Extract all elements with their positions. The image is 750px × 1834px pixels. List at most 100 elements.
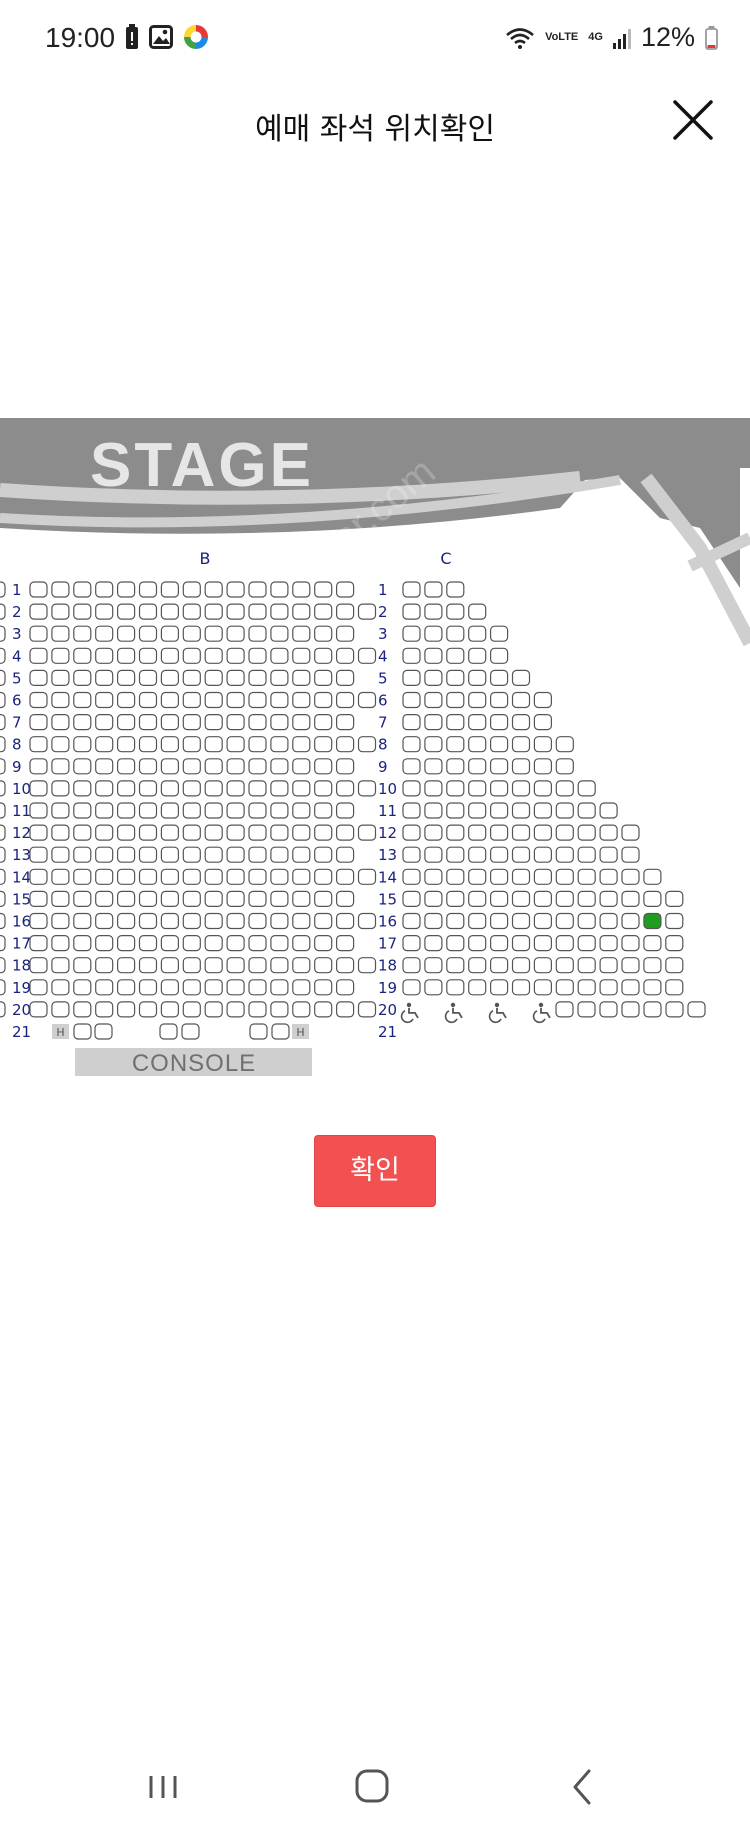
seat — [116, 780, 136, 797]
seat-grid: 1 12 23 34 45 56 67 78 89 910 1011 1112 1213 1314 1415… — [0, 581, 706, 1041]
seat — [160, 802, 179, 819]
close-button[interactable] — [668, 95, 718, 145]
seat — [490, 691, 509, 709]
seat — [73, 934, 92, 952]
seat — [160, 957, 179, 974]
seat — [336, 846, 355, 863]
seat — [336, 957, 355, 974]
seat — [336, 691, 355, 709]
seat — [138, 979, 158, 996]
seat — [336, 802, 355, 819]
row-label: 16 — [12, 913, 31, 931]
status-left-icons — [125, 24, 209, 50]
seat — [424, 802, 443, 819]
seat — [95, 647, 114, 664]
seat — [402, 890, 421, 907]
seat — [511, 802, 531, 819]
seat — [468, 868, 487, 885]
seat — [249, 1023, 268, 1040]
seat — [599, 824, 618, 841]
seat — [29, 736, 48, 753]
seat — [402, 647, 421, 664]
seat — [0, 736, 6, 753]
seat — [226, 1001, 245, 1018]
seat — [0, 758, 6, 775]
seat — [182, 979, 201, 996]
seat — [446, 868, 465, 885]
row-label: 21 — [12, 1023, 31, 1041]
seat — [468, 669, 487, 686]
home-button[interactable] — [343, 1762, 403, 1812]
seat — [577, 780, 596, 797]
seat — [182, 890, 201, 907]
seat — [73, 736, 92, 753]
seat — [270, 912, 289, 930]
seat — [490, 934, 509, 952]
seat — [314, 912, 333, 930]
seat — [336, 979, 355, 996]
seat — [226, 714, 245, 731]
seat — [446, 625, 465, 642]
seat — [314, 934, 333, 952]
seat — [226, 736, 245, 753]
row-label: 20 — [378, 1001, 397, 1019]
seat — [204, 802, 223, 819]
seat — [490, 824, 509, 841]
seat — [51, 934, 70, 952]
seat — [665, 957, 684, 974]
seat — [446, 802, 465, 819]
back-button[interactable] — [553, 1762, 613, 1812]
seat — [51, 912, 70, 930]
seat — [29, 1001, 48, 1018]
row-label: 5 — [378, 669, 388, 687]
seat — [357, 780, 377, 797]
row-label: 12 — [12, 824, 31, 842]
seat — [95, 1001, 114, 1018]
seat — [555, 846, 574, 863]
seat — [73, 979, 92, 996]
seat — [402, 669, 421, 686]
seat — [0, 1001, 6, 1018]
seat — [533, 934, 553, 952]
row-label: 7 — [12, 714, 22, 732]
seat — [402, 846, 421, 863]
seat — [468, 979, 487, 996]
seat — [446, 846, 465, 863]
seat — [95, 979, 114, 996]
seat — [314, 846, 333, 863]
seat — [248, 625, 267, 642]
seat — [446, 669, 465, 686]
seat — [226, 780, 245, 797]
seat — [0, 581, 6, 598]
seat — [73, 714, 92, 731]
seat — [138, 647, 158, 664]
seat — [271, 1023, 290, 1040]
recents-button[interactable] — [133, 1762, 193, 1812]
seat — [314, 691, 333, 709]
seat — [270, 714, 289, 731]
seat — [621, 934, 640, 952]
seat — [29, 824, 48, 841]
seat — [490, 979, 509, 996]
seat — [490, 736, 509, 753]
seat — [402, 758, 421, 775]
seat — [29, 581, 48, 598]
seat — [138, 824, 158, 841]
seat — [204, 824, 223, 841]
seat — [490, 846, 509, 863]
seat — [116, 824, 136, 841]
seat — [116, 802, 136, 819]
confirm-button[interactable]: 확인 — [314, 1135, 436, 1207]
row-label: 2 — [378, 603, 388, 621]
seat — [204, 603, 223, 620]
seat — [51, 714, 70, 731]
seat — [314, 824, 333, 841]
seat — [292, 890, 311, 907]
seat — [138, 912, 158, 930]
seat — [621, 824, 640, 841]
seat — [292, 758, 311, 775]
seat — [182, 714, 201, 731]
seat — [533, 979, 553, 996]
seat — [160, 603, 179, 620]
seat — [73, 824, 92, 841]
